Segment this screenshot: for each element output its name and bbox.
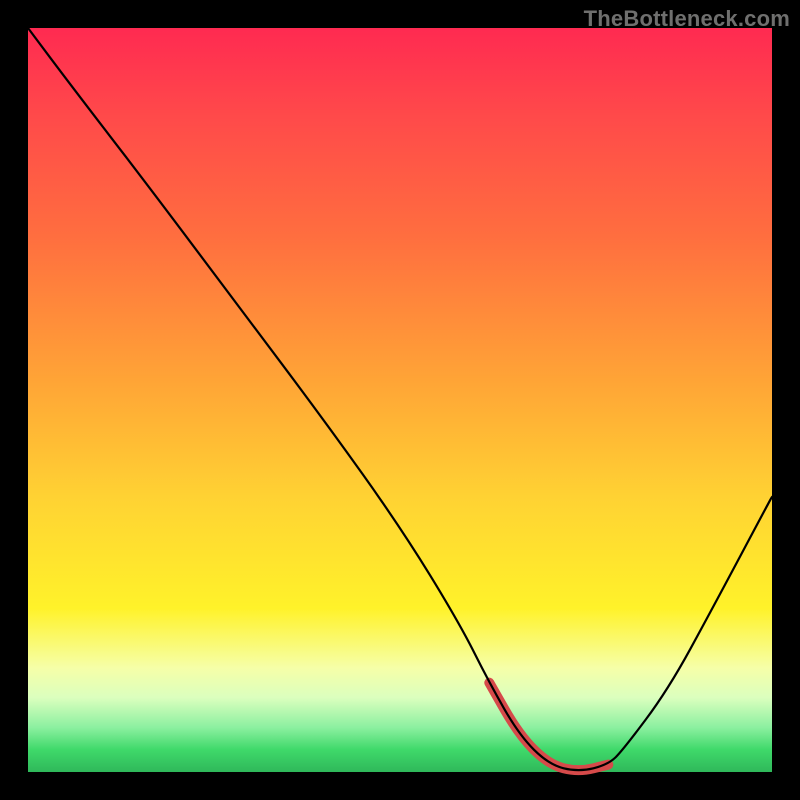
plot-area: [28, 28, 772, 772]
chart-frame: TheBottleneck.com: [0, 0, 800, 800]
bottleneck-highlight: [489, 683, 608, 770]
curve-layer: [28, 28, 772, 772]
bottleneck-curve: [28, 28, 772, 770]
